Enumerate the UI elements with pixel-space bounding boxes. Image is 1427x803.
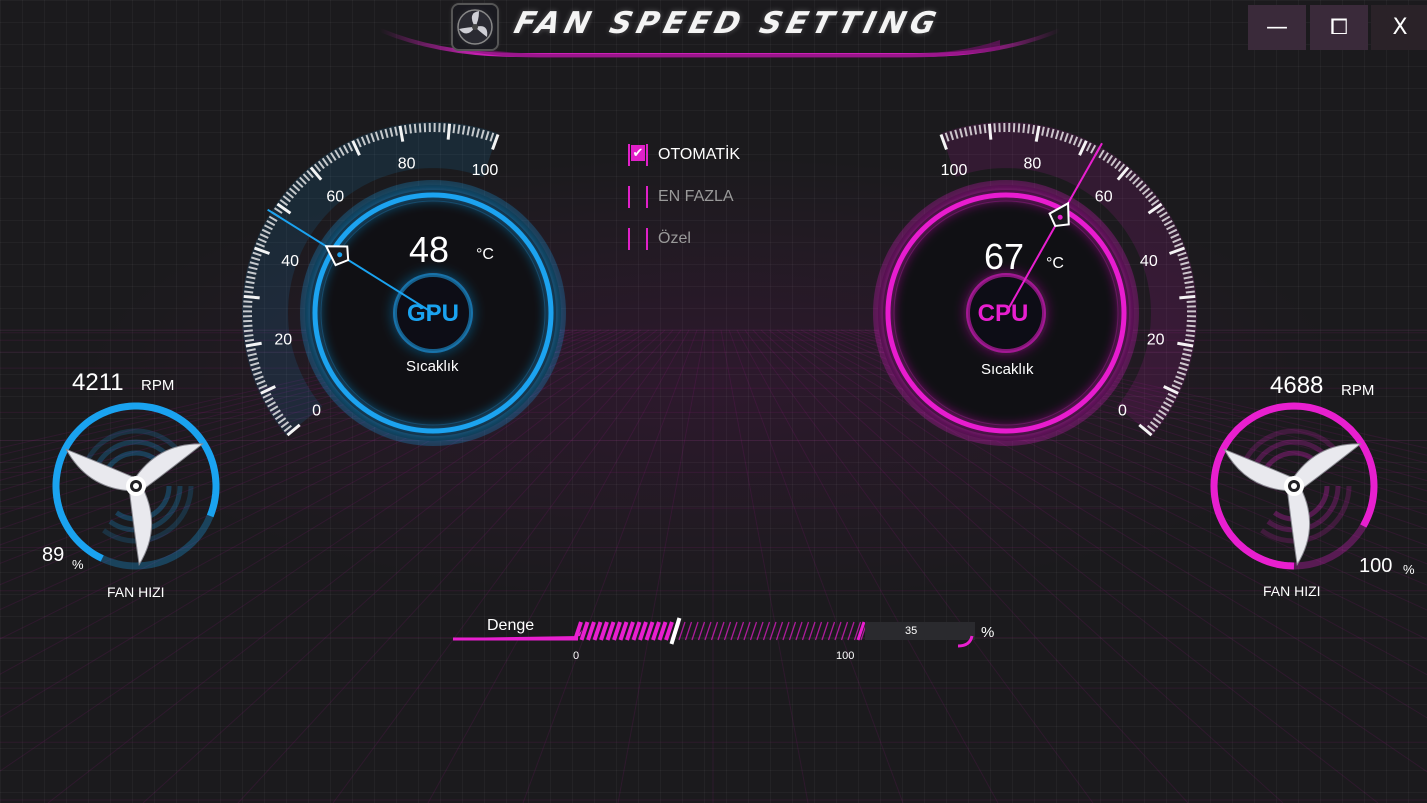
right-fan-speed-ring xyxy=(1210,402,1378,570)
maximize-icon: ⧠ xyxy=(1330,15,1348,40)
gpu-scale-label: 100 xyxy=(472,162,499,179)
mode-checkbox-custom[interactable] xyxy=(628,228,648,250)
minimize-button[interactable]: — xyxy=(1248,5,1306,50)
mode-option-custom[interactable]: Özel xyxy=(628,226,691,252)
gpu-temperature-caption: Sıcaklık xyxy=(406,358,459,375)
right-fan-percent-value: 100 xyxy=(1359,555,1393,577)
left-fan-percent-unit: % xyxy=(72,557,84,572)
mode-label-automatic: OTOMATİK xyxy=(658,146,741,163)
gpu-temperature-unit: °C xyxy=(476,246,494,263)
maximize-button[interactable]: ⧠ xyxy=(1310,5,1368,50)
minimize-icon: — xyxy=(1266,15,1288,40)
left-fan-speed-ring xyxy=(52,402,220,570)
cpu-scale-label: 80 xyxy=(1023,155,1041,172)
gpu-chip-label: GPU xyxy=(406,300,459,327)
mode-option-maximum[interactable]: EN FAZLA xyxy=(628,184,734,210)
slider-max-label: 100 xyxy=(836,650,855,662)
cpu-temperature-value: 67 xyxy=(984,236,1025,277)
gpu-temperature-gauge: 0 20 40 60 80 100 xyxy=(241,121,566,446)
left-fan-rpm-unit: RPM xyxy=(141,377,175,394)
cpu-scale-label: 0 xyxy=(1118,403,1127,420)
gpu-scale-label: 0 xyxy=(312,403,321,420)
fan-speed-window: FAN SPEED SETTING — ⧠ X 0 20 40 60 80 100 48 … xyxy=(0,0,1427,803)
window-title: FAN SPEED SETTING xyxy=(510,6,945,41)
slider-min-label: 0 xyxy=(573,650,580,662)
gpu-scale-label: 60 xyxy=(326,189,344,206)
slider-unit: % xyxy=(981,624,995,641)
cpu-scale-label: 100 xyxy=(941,162,968,179)
left-fan-percent-value: 89 xyxy=(42,544,65,566)
right-fan-label: FAN HIZI xyxy=(1263,583,1321,599)
slider-knob xyxy=(669,617,682,645)
mode-checkbox-maximum[interactable] xyxy=(628,186,648,208)
cpu-temperature-caption: Sıcaklık xyxy=(981,361,1034,378)
fan-logo-icon xyxy=(457,9,493,45)
right-fan-percent-unit: % xyxy=(1403,562,1415,577)
cpu-temperature-gauge: 0 20 40 60 80 100 xyxy=(873,121,1198,446)
left-fan-label: FAN HIZI xyxy=(107,584,165,600)
cpu-scale-label: 60 xyxy=(1095,189,1113,206)
cpu-chip-label: CPU xyxy=(977,300,1029,327)
cpu-scale-label: 20 xyxy=(1147,331,1165,348)
balance-slider[interactable] xyxy=(450,612,980,652)
gpu-scale-label: 20 xyxy=(274,331,292,348)
close-button[interactable]: X xyxy=(1371,5,1427,50)
app-logo xyxy=(453,5,497,49)
close-icon: X xyxy=(1392,15,1408,40)
mode-label-custom: Özel xyxy=(658,230,691,247)
gpu-scale-label: 40 xyxy=(281,253,299,270)
slider-value: 35 xyxy=(905,625,918,637)
left-fan-rpm-value: 4211 xyxy=(72,369,124,396)
gpu-temperature-value: 48 xyxy=(409,229,450,270)
mode-option-automatic[interactable]: OTOMATİK xyxy=(628,142,740,168)
cpu-temperature-unit: °C xyxy=(1046,255,1064,272)
gpu-scale-label: 80 xyxy=(398,155,416,172)
mode-label-maximum: EN FAZLA xyxy=(658,188,734,205)
cpu-scale-label: 40 xyxy=(1140,253,1158,270)
mode-checkbox-automatic[interactable] xyxy=(628,144,648,166)
